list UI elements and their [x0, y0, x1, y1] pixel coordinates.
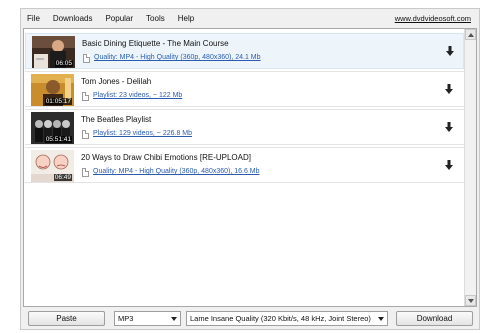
video-title: Basic Dining Etiquette - The Main Course	[82, 39, 229, 48]
format-select[interactable]: MP3	[114, 311, 181, 326]
chevron-down-icon	[468, 299, 474, 303]
menu-help[interactable]: Help	[178, 14, 194, 23]
video-duration: 06:05	[54, 60, 73, 67]
video-duration: 06:49	[53, 174, 72, 181]
menu-file[interactable]: File	[27, 14, 40, 23]
chevron-down-icon	[171, 317, 177, 321]
download-arrow-icon[interactable]	[445, 122, 453, 132]
file-icon	[83, 54, 90, 63]
quality-link[interactable]: Quality: MP4 - High Quality (360p, 480x3…	[93, 168, 260, 175]
video-thumbnail: 05:51:41	[31, 112, 74, 144]
download-button[interactable]: Download	[396, 311, 473, 326]
video-duration: 05:51:41	[44, 136, 72, 143]
video-thumbnail: 06:49	[31, 150, 74, 182]
scrollbar[interactable]	[464, 29, 476, 306]
format-value: MP3	[118, 314, 134, 323]
website-link[interactable]: www.dvdvideosoft.com	[395, 14, 471, 23]
quality-link[interactable]: Playlist: 23 videos, ~ 122 Mb	[93, 92, 182, 99]
bottom-toolbar: Paste MP3 Lame Insane Quality (320 Kbit/…	[21, 309, 479, 329]
menu-popular[interactable]: Popular	[105, 14, 133, 23]
scroll-down-button[interactable]	[465, 295, 476, 306]
paste-button[interactable]: Paste	[28, 311, 105, 326]
video-title: Tom Jones - Delilah	[81, 77, 152, 86]
download-item[interactable]: 01:05:17 Tom Jones - Delilah Playlist: 2…	[25, 71, 474, 107]
chevron-up-icon	[468, 33, 474, 37]
app-window: File Downloads Popular Tools Help www.dv…	[20, 8, 480, 330]
file-icon	[82, 130, 89, 139]
quality-link[interactable]: Quality: MP4 - High Quality (360p, 480x3…	[94, 54, 261, 61]
menu-tools[interactable]: Tools	[146, 14, 165, 23]
chevron-down-icon	[378, 317, 384, 321]
video-title: 20 Ways to Draw Chibi Emotions [RE-UPLOA…	[81, 153, 251, 162]
quality-select[interactable]: Lame Insane Quality (320 Kbit/s, 48 kHz,…	[186, 311, 388, 326]
video-title: The Beatles Playlist	[81, 115, 152, 124]
video-thumbnail: 01:05:17	[31, 74, 74, 106]
file-icon	[82, 168, 89, 177]
video-duration: 01:05:17	[44, 98, 72, 105]
video-thumbnail: 06:05	[32, 36, 75, 68]
quality-value: Lame Insane Quality (320 Kbit/s, 48 kHz,…	[190, 314, 371, 323]
download-list: 06:05 Basic Dining Etiquette - The Main …	[23, 28, 477, 307]
download-item[interactable]: 05:51:41 The Beatles Playlist Playlist: …	[25, 109, 474, 145]
download-item[interactable]: 06:05 Basic Dining Etiquette - The Main …	[25, 33, 473, 69]
scroll-up-button[interactable]	[465, 29, 476, 40]
download-arrow-icon[interactable]	[445, 160, 453, 170]
menu-downloads[interactable]: Downloads	[53, 14, 93, 23]
download-item[interactable]: 06:49 20 Ways to Draw Chibi Emotions [RE…	[25, 147, 474, 183]
menu-bar: File Downloads Popular Tools Help www.dv…	[21, 9, 479, 28]
download-arrow-icon[interactable]	[445, 84, 453, 94]
download-arrow-icon[interactable]	[446, 46, 454, 56]
quality-link[interactable]: Playlist: 129 videos, ~ 226.8 Mb	[93, 130, 192, 137]
file-icon	[82, 92, 89, 101]
